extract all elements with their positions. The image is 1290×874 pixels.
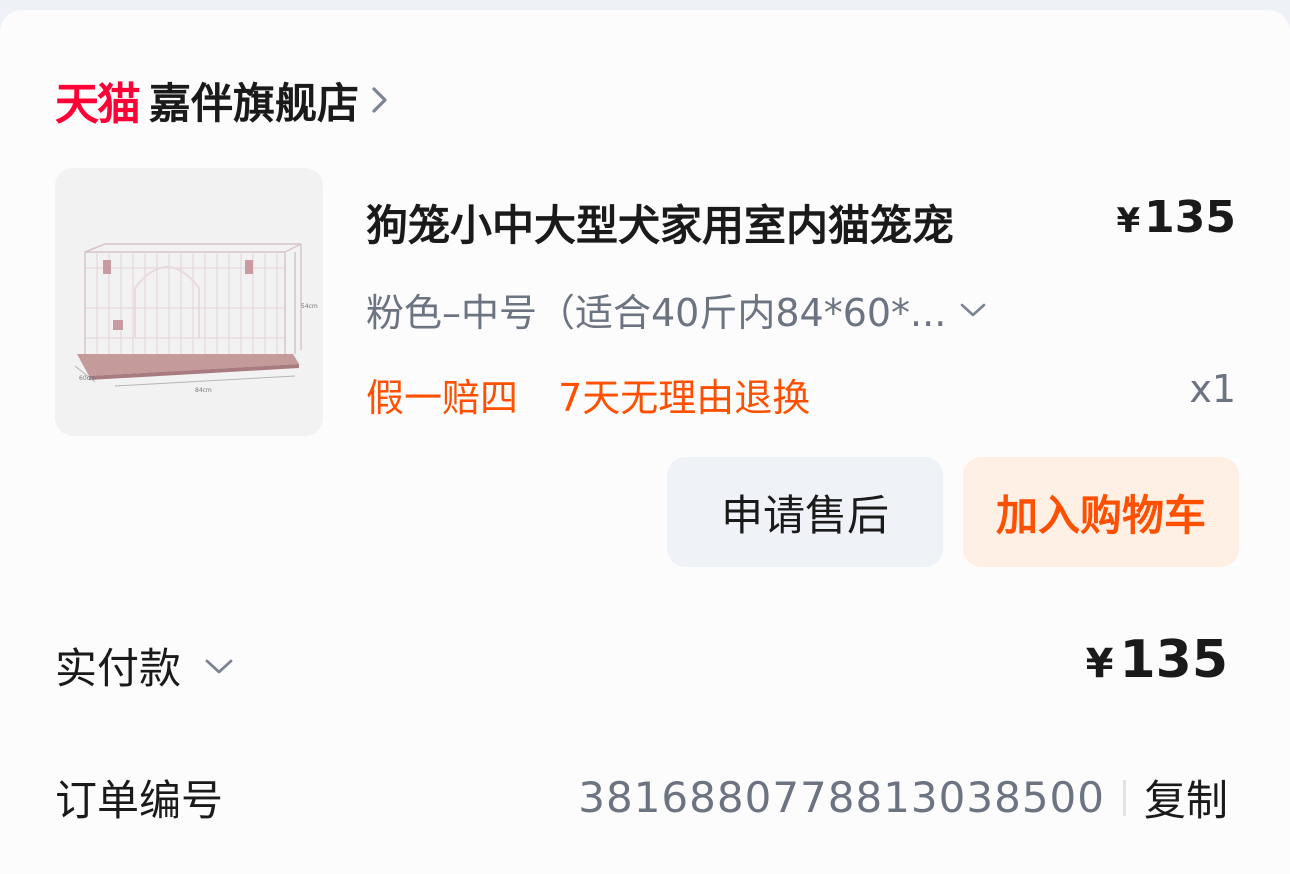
paid-amount-toggle[interactable]: 实付款 [55, 635, 235, 696]
promise-7day-return: 7天无理由退换 [558, 376, 811, 420]
currency-symbol: ¥ [1116, 201, 1141, 241]
product-thumbnail[interactable]: 54cm 60cm 84cm [55, 168, 323, 436]
order-item-card: 天猫 嘉伴旗舰店 54cm 60cm 84cm 狗笼小中大型犬家用室内猫笼宠 ¥… [0, 10, 1290, 874]
add-to-cart-button[interactable]: 加入购物车 [963, 457, 1239, 567]
chevron-right-icon[interactable] [369, 83, 391, 117]
copy-button[interactable]: 复制 [1144, 767, 1228, 828]
paid-label: 实付款 [55, 644, 182, 693]
chevron-down-icon [205, 659, 233, 673]
unit-price: ¥ 135 [1116, 192, 1236, 243]
promise-fake-compensation: 假一赔四 [366, 376, 519, 420]
tmall-logo: 天猫 [55, 79, 141, 130]
order-number-row: 3816880778813038500 复制 [578, 767, 1228, 828]
dimension-width-label: 84cm [195, 387, 212, 394]
sku-selector[interactable]: 粉色–中号（适合40斤内84*60*... [366, 282, 988, 337]
shop-name[interactable]: 嘉伴旗舰店 [149, 70, 359, 131]
pet-cage-image: 54cm 60cm 84cm [74, 243, 318, 394]
currency-symbol: ¥ [1085, 641, 1114, 687]
product-title[interactable]: 狗笼小中大型犬家用室内猫笼宠 [366, 192, 1066, 253]
shop-header[interactable]: 天猫 嘉伴旗舰店 [55, 70, 391, 131]
paid-amount: ¥ 135 [1086, 630, 1228, 690]
after-sale-button[interactable]: 申请售后 [667, 457, 943, 567]
dimension-height-label: 54cm [301, 303, 318, 310]
paid-amount-value: 135 [1119, 630, 1228, 690]
order-number: 3816880778813038500 [578, 773, 1105, 822]
service-promises: 假一赔四 7天无理由退换 [366, 367, 810, 422]
sku-text: 粉色–中号（适合40斤内84*60*... [366, 291, 947, 335]
divider [1122, 779, 1126, 816]
quantity: x1 [1189, 367, 1236, 411]
chevron-down-icon [961, 303, 986, 316]
price-value: 135 [1144, 192, 1236, 243]
dimension-depth-label: 60cm [79, 375, 96, 382]
order-number-label: 订单编号 [55, 776, 224, 825]
